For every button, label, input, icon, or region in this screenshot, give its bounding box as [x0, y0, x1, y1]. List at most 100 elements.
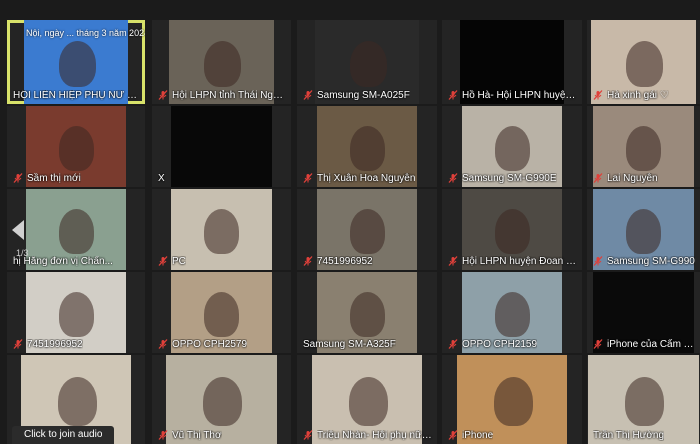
participant-nameplate: OPPO CPH2159 — [448, 337, 578, 351]
chevron-left-icon[interactable] — [12, 220, 24, 240]
participant-name: Trần Thị Hường — [593, 429, 665, 441]
muted-mic-icon — [448, 256, 458, 266]
event-banner-text: Nội, ngày ... tháng 3 năm 2024 — [26, 28, 145, 38]
muted-mic-icon — [13, 173, 23, 183]
participant-nameplate: Trần Thị Hường — [593, 428, 696, 442]
participant-tile[interactable]: Sầm thị mới — [7, 106, 145, 187]
participant-nameplate: Samsung SM-A025F — [303, 88, 433, 102]
participant-nameplate: Hồ Hà- Hội LHPN huyện ... — [448, 88, 578, 102]
participant-silhouette — [59, 126, 94, 171]
participant-nameplate: HỘI LIÊN HIỆP PHỤ NỮ VIỆT ... — [13, 88, 141, 102]
participant-silhouette — [350, 41, 387, 87]
participant-tile[interactable]: 7451996952 — [7, 272, 145, 353]
muted-mic-icon — [158, 339, 168, 349]
participant-silhouette — [349, 377, 388, 426]
participant-tile[interactable]: 7451996952 — [297, 189, 437, 270]
participant-tile[interactable]: Samsung SM-G990 — [587, 189, 700, 270]
participant-name: X — [158, 172, 165, 184]
participant-tile[interactable]: Hồ Hà- Hội LHPN huyện ... — [442, 20, 582, 104]
participant-nameplate: Vũ Thị Thơ — [158, 428, 287, 442]
muted-mic-icon — [593, 256, 603, 266]
muted-mic-icon — [158, 90, 168, 100]
participant-name: Hội LHPN huyện Đoan H... — [462, 255, 578, 267]
participant-name: Triệu Nhàn- Hội phụ nữ T... — [317, 429, 433, 441]
participant-name: Samsung SM-G990 — [607, 255, 695, 267]
participant-name: PC — [172, 255, 186, 267]
participant-tile[interactable]: Vũ Thị Thơ — [152, 355, 291, 444]
participant-tile[interactable]: X — [152, 106, 291, 187]
participant-silhouette — [495, 209, 530, 254]
participant-nameplate: Samsung SM-G990 — [593, 254, 696, 268]
page-navigator[interactable]: 1/3 — [6, 214, 36, 264]
participant-silhouette — [203, 377, 242, 426]
participant-nameplate: Samsung SM-A325F — [303, 337, 433, 351]
participant-silhouette — [59, 209, 94, 254]
participant-name: iPhone của Cẩm Tú (2 — [607, 338, 696, 350]
participant-tile[interactable]: Nội, ngày ... tháng 3 năm 2024 HỘI LIÊN H… — [7, 20, 145, 104]
participant-nameplate: 7451996952 — [303, 254, 433, 268]
participant-tile[interactable]: OPPO CPH2579 — [152, 272, 291, 353]
participant-silhouette — [350, 292, 385, 337]
participant-tile[interactable]: Samsung SM-A025F — [297, 20, 437, 104]
participant-nameplate: PC — [158, 254, 287, 268]
participant-name: 7451996952 — [317, 255, 373, 267]
participant-tile[interactable]: Trần Thị Hường — [587, 355, 700, 444]
participant-silhouette — [204, 209, 239, 254]
participant-nameplate: Hội LHPN huyện Đoan H... — [448, 254, 578, 268]
muted-mic-icon — [303, 90, 313, 100]
muted-mic-icon — [448, 430, 458, 440]
participant-name: OPPO CPH2159 — [462, 338, 538, 350]
participant-name: Sầm thị mới — [27, 172, 81, 184]
participant-silhouette — [626, 126, 661, 171]
participant-silhouette — [495, 126, 530, 171]
participant-name: Samsung SM-G990E — [462, 172, 557, 184]
participant-silhouette — [494, 377, 533, 426]
participant-tile[interactable]: Hà xinh gái ♡ — [587, 20, 700, 104]
participant-silhouette — [204, 292, 239, 337]
participant-tile[interactable]: Samsung SM-G990E — [442, 106, 582, 187]
participant-name: Samsung SM-A025F — [317, 89, 410, 101]
participant-name: Lai Nguyễn — [607, 172, 658, 184]
muted-mic-icon — [593, 173, 603, 183]
participant-silhouette — [58, 377, 97, 426]
participant-silhouette — [495, 292, 530, 337]
participant-nameplate: iPhone của Cẩm Tú (2 — [593, 337, 696, 351]
muted-mic-icon — [303, 430, 313, 440]
participant-tile[interactable]: iPhone của Cẩm Tú (2 — [587, 272, 700, 353]
participant-tile[interactable]: Samsung SM-A325F — [297, 272, 437, 353]
participant-silhouette — [625, 377, 664, 426]
participant-silhouette — [626, 209, 661, 254]
participant-nameplate: Thị Xuân Hoa Nguyễn — [303, 171, 433, 185]
participant-silhouette — [350, 209, 385, 254]
participant-nameplate: Triệu Nhàn- Hội phụ nữ T... — [303, 428, 433, 442]
participant-name: Thị Xuân Hoa Nguyễn — [317, 172, 416, 184]
participant-name: iPhone — [462, 429, 494, 441]
participant-nameplate: OPPO CPH2579 — [158, 337, 287, 351]
muted-mic-icon — [448, 173, 458, 183]
participant-nameplate: 7451996952 — [13, 337, 141, 351]
participant-name: HỘI LIÊN HIỆP PHỤ NỮ VIỆT ... — [13, 89, 141, 101]
video-grid: Nội, ngày ... tháng 3 năm 2024 HỘI LIÊN H… — [0, 0, 700, 444]
participant-tile[interactable]: iPhone — [442, 355, 582, 444]
muted-mic-icon — [158, 256, 168, 266]
join-audio-button[interactable]: Click to join audio — [12, 426, 115, 444]
participant-name: Hồ Hà- Hội LHPN huyện ... — [462, 89, 578, 101]
participant-silhouette — [350, 126, 385, 171]
participant-name: Hà xinh gái ♡ — [607, 89, 669, 101]
participant-tile[interactable]: OPPO CPH2159 — [442, 272, 582, 353]
participant-tile[interactable]: Lai Nguyễn — [587, 106, 700, 187]
participant-tile[interactable]: Hội LHPN huyện Đoan H... — [442, 189, 582, 270]
participant-silhouette — [204, 41, 241, 87]
participant-nameplate: Sầm thị mới — [13, 171, 141, 185]
participant-tile[interactable]: Thị Xuân Hoa Nguyễn — [297, 106, 437, 187]
participant-nameplate: Lai Nguyễn — [593, 171, 696, 185]
participant-tile[interactable]: PC — [152, 189, 291, 270]
muted-mic-icon — [303, 173, 313, 183]
muted-mic-icon — [158, 430, 168, 440]
participant-tile[interactable]: Hội LHPN tỉnh Thái Nguy... — [152, 20, 291, 104]
muted-mic-icon — [593, 90, 603, 100]
participant-tile[interactable]: Triệu Nhàn- Hội phụ nữ T... — [297, 355, 437, 444]
muted-mic-icon — [448, 90, 458, 100]
participant-name: Vũ Thị Thơ — [172, 429, 222, 441]
muted-mic-icon — [593, 339, 603, 349]
